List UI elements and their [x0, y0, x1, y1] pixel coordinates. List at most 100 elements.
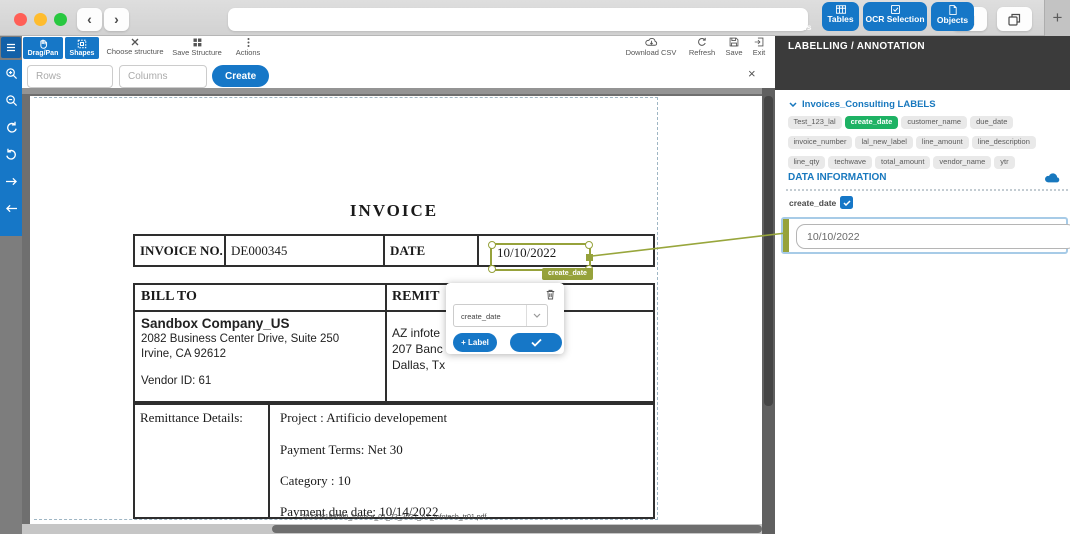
- actions-label: Actions: [235, 48, 261, 57]
- remittance-label: Remittance Details:: [140, 410, 243, 425]
- tab-tables[interactable]: Tables: [822, 2, 859, 31]
- field-value-input[interactable]: [796, 224, 1070, 249]
- label-chip[interactable]: ytr: [994, 155, 1015, 169]
- confirm-label-button[interactable]: [510, 333, 562, 352]
- add-label-button[interactable]: + Label: [453, 333, 497, 352]
- exit-button[interactable]: Exit: [747, 37, 771, 57]
- app-window: ‹ › + Drag/Pan Shapes Choose structure S…: [0, 0, 1070, 534]
- annotation-handle[interactable]: [488, 241, 496, 249]
- download-csv-button[interactable]: Download CSV: [620, 37, 682, 57]
- check-icon: [530, 338, 542, 347]
- bill-to-header: BILL TO: [141, 289, 197, 304]
- invoice-title: INVOICE: [349, 201, 439, 220]
- annotation-box-create-date[interactable]: [488, 241, 593, 273]
- label-chip[interactable]: create_date: [844, 116, 899, 130]
- document-filename: 202308198060_Invoice_01_22_2022_AZ_Infot…: [301, 514, 487, 521]
- refresh-icon: [698, 37, 706, 46]
- label-chip[interactable]: Test_123_lal: [787, 116, 842, 130]
- exit-label: Exit: [752, 48, 766, 57]
- annotation-connector-handle[interactable]: [586, 254, 593, 261]
- save-label: Save: [725, 48, 743, 57]
- columns-input[interactable]: [119, 65, 207, 88]
- field-checkbox[interactable]: [840, 196, 853, 209]
- section-divider: [786, 189, 1068, 191]
- grid-icon: [193, 38, 201, 47]
- drag-pan-button[interactable]: Drag/Pan: [23, 37, 63, 59]
- tab-objects[interactable]: Objects: [931, 2, 974, 31]
- label-chip[interactable]: line_qty: [787, 155, 826, 169]
- dots-vertical-icon: [247, 38, 249, 47]
- vertical-scrollbar-thumb[interactable]: [764, 96, 773, 406]
- trash-icon[interactable]: [546, 289, 555, 300]
- refresh-button[interactable]: Refresh: [684, 37, 720, 57]
- tab-ocr-selection[interactable]: OCR Selection: [863, 2, 927, 31]
- browser-back-button[interactable]: ‹: [77, 8, 102, 31]
- shapes-button[interactable]: Shapes: [65, 37, 99, 59]
- close-window-button[interactable]: [14, 13, 27, 26]
- bill-to-address2: Irvine, CA 92612: [141, 348, 227, 360]
- browser-forward-button[interactable]: ›: [104, 8, 129, 31]
- label-chip[interactable]: lal_new_label: [855, 135, 913, 149]
- label-chip[interactable]: line_amount: [915, 135, 969, 149]
- maximize-window-button[interactable]: [54, 13, 67, 26]
- field-label: create_date: [789, 198, 837, 208]
- choose-structure-label: Choose structure: [106, 47, 164, 56]
- label-chip[interactable]: line_description: [971, 135, 1036, 149]
- zoom-in-icon: [5, 68, 17, 80]
- arrow-right-icon: [5, 177, 17, 186]
- cloud-sync-icon[interactable]: [1044, 171, 1061, 183]
- label-chip[interactable]: vendor_name: [933, 155, 992, 169]
- remittance-category: Category : 10: [280, 473, 351, 488]
- label-chip[interactable]: techwave: [828, 155, 873, 169]
- close-panel-icon[interactable]: ×: [748, 66, 756, 81]
- zoom-in-button[interactable]: [0, 60, 22, 87]
- rotate-ccw-button[interactable]: [0, 114, 22, 141]
- labels-heading-text: Invoices_Consulting LABELS: [802, 99, 936, 110]
- remit-line3: Dallas, Tx: [392, 358, 446, 372]
- rotate-ccw-icon: [6, 121, 17, 133]
- save-button[interactable]: Save: [721, 37, 747, 57]
- label-chip[interactable]: total_amount: [875, 155, 931, 169]
- bill-to-company: Sandbox Company_US: [141, 316, 290, 331]
- hand-icon: [40, 39, 48, 49]
- bill-to-vendor-id: Vendor ID: 61: [141, 375, 212, 387]
- shapes-label: Shapes: [69, 50, 95, 57]
- zoom-out-button[interactable]: [0, 87, 22, 114]
- annotation-handle[interactable]: [488, 265, 496, 273]
- viewport-left-edge: [22, 96, 30, 524]
- label-chip[interactable]: due_date: [970, 116, 1014, 130]
- prev-page-button[interactable]: [0, 195, 22, 222]
- tab-labels[interactable]: Tr Labels: [778, 2, 818, 32]
- zoom-out-icon: [5, 95, 17, 107]
- label-select-value: create_date: [461, 312, 501, 321]
- rows-input[interactable]: [27, 65, 113, 88]
- label-select[interactable]: create_date: [453, 304, 548, 327]
- remittance-terms: Payment Terms: Net 30: [280, 442, 403, 457]
- select-chevron-area[interactable]: [526, 305, 547, 326]
- minimize-window-button[interactable]: [34, 13, 47, 26]
- tab-overview-button[interactable]: [997, 7, 1032, 31]
- download-csv-label: Download CSV: [625, 48, 677, 57]
- panel-tabs: [775, 58, 1070, 90]
- horizontal-scrollbar-thumb[interactable]: [272, 525, 762, 533]
- exit-icon: [754, 37, 764, 47]
- label-chip[interactable]: customer_name: [901, 116, 968, 130]
- tab-objects-label: Objects: [936, 15, 969, 25]
- label-chip[interactable]: invoice_number: [787, 135, 853, 149]
- check-icon: [842, 199, 851, 206]
- address-bar[interactable]: [228, 8, 808, 31]
- menu-button[interactable]: [1, 37, 21, 58]
- actions-button[interactable]: Actions: [230, 38, 266, 57]
- annotation-handle[interactable]: [585, 241, 593, 249]
- file-icon: [948, 5, 957, 15]
- annotation-tag[interactable]: create_date: [542, 268, 593, 280]
- labels-section-heading[interactable]: Invoices_Consulting LABELS: [789, 99, 936, 110]
- viewport-top-edge: [22, 88, 762, 96]
- tab-labels-label: Labels: [784, 22, 812, 32]
- create-button[interactable]: Create: [212, 65, 270, 87]
- choose-structure-button[interactable]: Choose structure: [103, 38, 167, 56]
- rotate-cw-button[interactable]: [0, 141, 22, 168]
- save-structure-button[interactable]: Save Structure: [167, 38, 227, 57]
- new-tab-button[interactable]: +: [1044, 0, 1070, 36]
- next-page-button[interactable]: [0, 168, 22, 195]
